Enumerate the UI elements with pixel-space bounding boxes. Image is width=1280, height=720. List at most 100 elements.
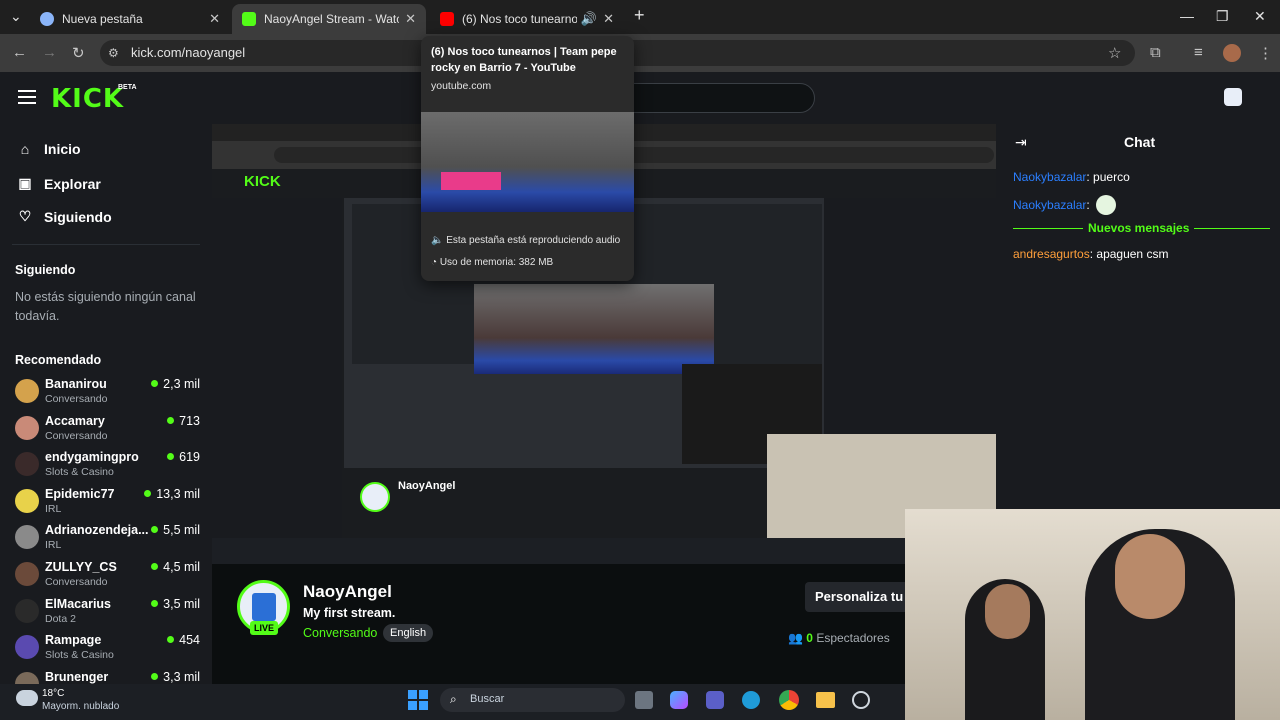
- tab-kick-stream[interactable]: NaoyAngel Stream - Watch Live ✕: [232, 4, 426, 34]
- channel-avatar: [15, 525, 39, 550]
- hovercard-title: (6) Nos toco tunearnos | Team pepe rocky…: [431, 46, 617, 74]
- minimize-button[interactable]: —: [1180, 8, 1194, 24]
- close-tab-icon[interactable]: ✕: [603, 11, 614, 27]
- channel-name: Bananirou: [45, 377, 107, 391]
- language-tag[interactable]: English: [383, 624, 434, 642]
- recommended-channel[interactable]: Epidemic77 IRL 13,3 mil: [15, 487, 200, 521]
- collapse-chat-icon[interactable]: ⇥: [1015, 134, 1027, 151]
- channel-name: Rampage: [45, 633, 102, 648]
- weather-desc[interactable]: Mayorm. nublado: [42, 701, 119, 712]
- tab-new-tab[interactable]: Nueva pestaña ✕: [30, 4, 230, 34]
- windows-start-icon[interactable]: [408, 690, 428, 710]
- chat-message: Naokybazalar: puerco: [1013, 170, 1130, 184]
- bookmark-star-icon[interactable]: ☆: [1108, 44, 1121, 62]
- tab-hover-card: (6) Nos toco tunearnos | Team pepe rocky…: [421, 36, 634, 281]
- chat-message: andresagurtos: apaguen csm: [1013, 247, 1169, 261]
- maximize-button[interactable]: ❐: [1216, 8, 1229, 25]
- divider: [1194, 228, 1270, 229]
- following-empty-text: No estás siguiendo ningún canal todavía.: [15, 290, 196, 323]
- kick-logo[interactable]: KICK: [51, 84, 124, 114]
- stream-title: My first stream.: [303, 606, 396, 620]
- audio-row: 🔈 Esta pestaña está reproduciendo audio: [431, 235, 621, 246]
- beta-badge: BETA: [118, 84, 137, 91]
- personalize-button[interactable]: Personaliza tu: [805, 582, 914, 612]
- new-tab-button[interactable]: +: [634, 5, 645, 26]
- close-window-button[interactable]: ✕: [1254, 8, 1266, 25]
- recommended-title: Recomendado: [15, 353, 102, 367]
- sidebar-item-inicio[interactable]: ⌂ Inicio: [16, 141, 81, 157]
- hamburger-icon[interactable]: [18, 90, 36, 104]
- recommended-channel[interactable]: ZULLYY_CS Conversando 4,5 mil: [15, 560, 200, 594]
- file-explorer-icon[interactable]: [816, 692, 835, 708]
- url-text[interactable]: kick.com/naoyangel: [131, 45, 245, 60]
- sidebar-item-explorar[interactable]: ▣ Explorar: [16, 175, 100, 192]
- close-tab-icon[interactable]: ✕: [209, 11, 220, 27]
- chat-title: Chat: [1124, 134, 1156, 150]
- recommended-channel[interactable]: endygamingpro Slots & Casino 619: [15, 450, 200, 484]
- channel-category: Dota 2: [45, 612, 76, 625]
- recommended-channel[interactable]: ElMacarius Dota 2 3,5 mil: [15, 597, 200, 631]
- viewer-count: 713: [167, 414, 200, 428]
- compass-icon: ▣: [18, 175, 32, 191]
- reload-icon[interactable]: ↻: [72, 44, 85, 62]
- channel-avatar: [15, 562, 39, 586]
- avatar-glyph: [252, 593, 276, 621]
- captured-youtube-thumbnail: [474, 284, 714, 374]
- channel-name[interactable]: NaoyAngel: [303, 582, 392, 602]
- extensions-icon[interactable]: ⧉: [1150, 44, 1161, 61]
- edge-icon[interactable]: [742, 691, 760, 709]
- channel-avatar: [15, 598, 39, 623]
- media-icon[interactable]: ≡: [1194, 44, 1203, 61]
- channel-name: ElMacarius: [45, 596, 112, 611]
- task-view-icon[interactable]: [635, 691, 653, 709]
- chrome-icon: [40, 12, 54, 26]
- back-icon[interactable]: ←: [12, 44, 27, 61]
- channel-name: Accamary: [45, 413, 105, 428]
- recommended-channel[interactable]: Rampage Slots & Casino 454: [15, 633, 200, 667]
- hovercard-thumbnail: [421, 112, 634, 212]
- viewer-count: 2,3 mil: [151, 377, 200, 391]
- viewer-count: 3,3 mil: [151, 670, 200, 684]
- face: [985, 584, 1030, 639]
- recommended-channel[interactable]: Adrianozendeja... IRL 5,5 mil: [15, 523, 200, 557]
- chrome-taskbar-icon[interactable]: [779, 690, 799, 710]
- divider: [1013, 228, 1083, 229]
- teams-icon[interactable]: [706, 691, 724, 709]
- recommended-channel[interactable]: Accamary Conversando 713: [15, 414, 200, 448]
- stream-category[interactable]: Conversando: [303, 626, 377, 640]
- channel-avatar: [15, 488, 39, 513]
- speaker-icon[interactable]: 🔊: [581, 11, 597, 27]
- channel-avatar: [15, 379, 39, 403]
- kick-icon: [242, 12, 256, 26]
- heart-icon: ♡: [18, 208, 32, 224]
- weather-temp[interactable]: 18°C: [42, 688, 64, 699]
- channel-category: Conversando: [45, 429, 108, 442]
- youtube-icon: [440, 12, 454, 26]
- copilot-icon[interactable]: [670, 691, 688, 709]
- profile-avatar[interactable]: [1223, 44, 1241, 62]
- tab-search-icon[interactable]: ⌄: [10, 8, 22, 25]
- captured-channel-name: NaoyAngel: [398, 480, 456, 492]
- viewer-count: 13,3 mil: [144, 487, 200, 501]
- sidebar-item-siguiendo[interactable]: ♡ Siguiendo: [16, 208, 112, 225]
- taskbar-search[interactable]: ⌕ Buscar: [440, 688, 625, 712]
- close-tab-icon[interactable]: ✕: [405, 11, 416, 27]
- viewer-count: 4,5 mil: [151, 560, 200, 574]
- menu-icon[interactable]: ⋮: [1258, 44, 1273, 62]
- viewer-count: 454: [167, 633, 200, 647]
- tab-youtube[interactable]: (6) Nos toco tunearnos | Team pepe 🔊 ✕: [430, 4, 624, 34]
- cloud-icon: [16, 690, 38, 706]
- viewer-count: 👥 0 Espectadores: [788, 631, 890, 645]
- emote-icon: [1096, 195, 1117, 215]
- recommended-channel[interactable]: Bananirou Conversando 2,3 mil: [15, 377, 200, 411]
- captured-chat: [824, 198, 996, 434]
- viewer-count: 3,5 mil: [151, 597, 200, 611]
- obs-icon[interactable]: [852, 691, 870, 709]
- live-badge: LIVE: [250, 621, 278, 635]
- forward-icon[interactable]: →: [42, 44, 57, 61]
- channel-avatar: [15, 635, 39, 660]
- memory-row: ◔ Uso de memoria: 382 MB: [431, 257, 554, 268]
- channel-category: IRL: [45, 502, 62, 515]
- site-info-icon[interactable]: ⚙: [108, 46, 119, 60]
- user-avatar[interactable]: [1224, 88, 1242, 106]
